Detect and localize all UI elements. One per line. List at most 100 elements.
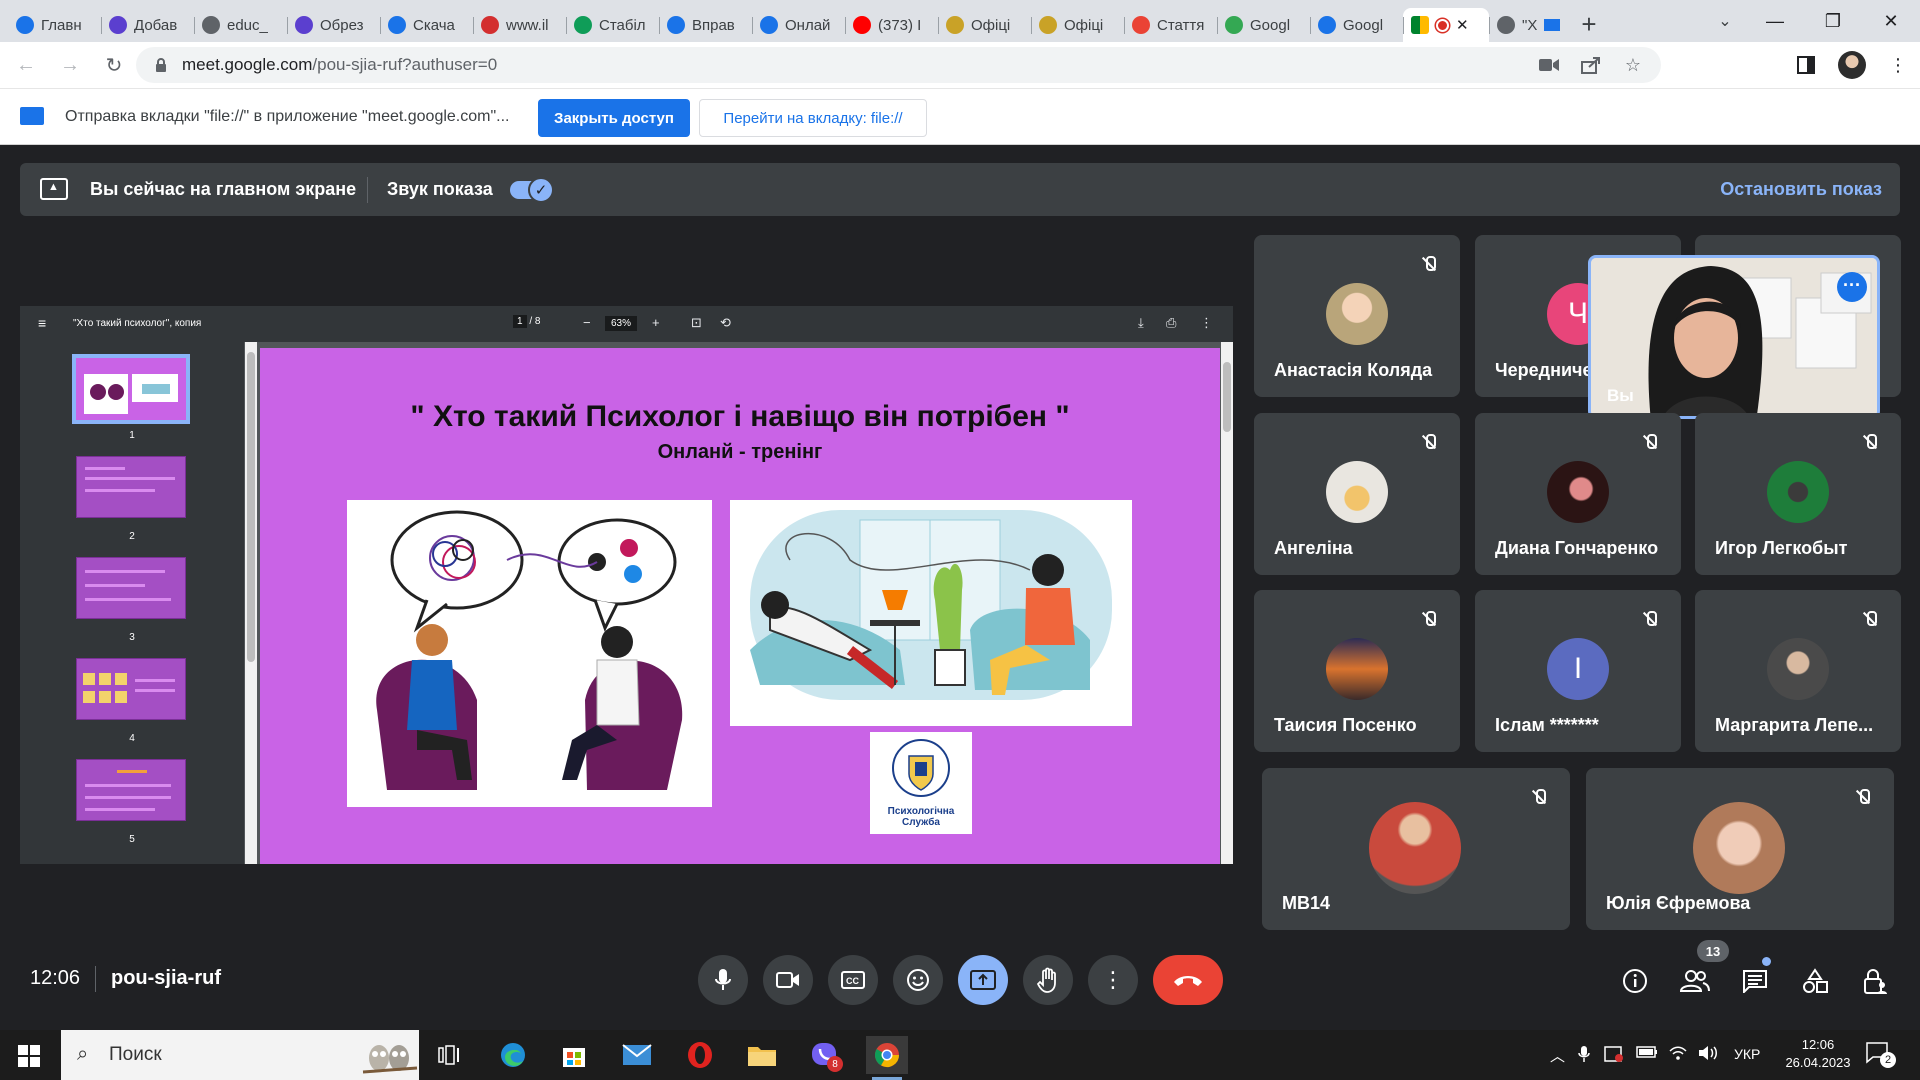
- browser-tab[interactable]: Главн: [8, 8, 101, 42]
- taskbar-viber[interactable]: 8: [803, 1036, 845, 1074]
- taskbar-clock[interactable]: 12:06 26.04.2023: [1778, 1036, 1858, 1072]
- activities-button[interactable]: [1800, 966, 1830, 996]
- participant-tile[interactable]: Таисия Посенко: [1254, 590, 1460, 752]
- stop-presenting-button[interactable]: Остановить показ: [1720, 179, 1882, 200]
- people-button[interactable]: [1680, 966, 1710, 996]
- browser-tab[interactable]: (373) I: [845, 8, 938, 42]
- taskbar-edge[interactable]: [492, 1036, 534, 1074]
- sheets-icon: [574, 16, 592, 34]
- taskbar-file-explorer[interactable]: [741, 1036, 783, 1074]
- captions-button[interactable]: CC: [828, 955, 878, 1005]
- side-panel-icon[interactable]: [1796, 55, 1816, 75]
- back-button[interactable]: ←: [8, 47, 44, 83]
- present-now-button[interactable]: [958, 955, 1008, 1005]
- browser-tab[interactable]: Googl: [1217, 8, 1310, 42]
- tab-search-chevron-icon[interactable]: ⌄: [1710, 6, 1740, 36]
- reload-button[interactable]: ↻: [96, 47, 132, 83]
- raise-hand-button[interactable]: [1023, 955, 1073, 1005]
- browser-tab[interactable]: Стабіл: [566, 8, 659, 42]
- avatar: [1693, 802, 1785, 894]
- show-hidden-icons-chevron[interactable]: ︿: [1550, 1045, 1565, 1066]
- volume-icon[interactable]: [1698, 1045, 1718, 1065]
- host-controls-button[interactable]: [1860, 966, 1890, 996]
- chat-button[interactable]: [1740, 966, 1770, 996]
- more-vertical-icon: ⋮: [1102, 967, 1124, 992]
- taskbar-time: 12:06: [1801, 1037, 1835, 1052]
- participant-tile[interactable]: І Іслам *******: [1475, 590, 1681, 752]
- browser-tab[interactable]: Добав: [101, 8, 194, 42]
- participant-tile[interactable]: Диана Гонча­ренко: [1475, 413, 1681, 575]
- browser-tab-active[interactable]: ✕: [1403, 8, 1489, 42]
- taskbar-search[interactable]: ⌕ Поиск: [61, 1030, 419, 1080]
- camera-icon: [776, 972, 799, 988]
- share-page-icon[interactable]: [1581, 55, 1601, 75]
- mic-off-icon: [1416, 251, 1442, 277]
- new-tab-button[interactable]: +: [1571, 6, 1607, 42]
- lock-icon[interactable]: [152, 56, 170, 74]
- more-options-icon[interactable]: ···: [1837, 272, 1867, 302]
- close-window-button[interactable]: ✕: [1862, 0, 1920, 42]
- browser-tab[interactable]: Офіці: [938, 8, 1031, 42]
- minimize-button[interactable]: —: [1746, 0, 1804, 42]
- microphone-button[interactable]: [698, 955, 748, 1005]
- meeting-details-button[interactable]: [1620, 966, 1650, 996]
- bookmark-star-icon[interactable]: ☆: [1623, 55, 1643, 75]
- self-view-tile[interactable]: ··· Вы: [1588, 255, 1880, 419]
- battery-icon[interactable]: [1636, 1045, 1658, 1063]
- maximize-button[interactable]: ❐: [1804, 0, 1862, 42]
- taskbar-store[interactable]: [553, 1036, 595, 1074]
- tab-title: Главн: [41, 16, 82, 34]
- participant-tile[interactable]: Юлія Єфремова: [1586, 768, 1894, 930]
- crest-icon: [1039, 16, 1057, 34]
- browser-tab[interactable]: Скача: [380, 8, 473, 42]
- participant-tile[interactable]: Ангеліна: [1254, 413, 1460, 575]
- browser-tab[interactable]: www.il: [473, 8, 566, 42]
- participant-tile[interactable]: Игор Легкобыт: [1695, 413, 1901, 575]
- more-options-button[interactable]: ⋮: [1088, 955, 1138, 1005]
- browser-tab[interactable]: Онлай: [752, 8, 845, 42]
- task-view-button[interactable]: [428, 1036, 470, 1074]
- camera-in-use-icon[interactable]: [1539, 55, 1559, 75]
- hang-up-icon: [1174, 976, 1202, 986]
- presentation-sound-toggle[interactable]: ✓: [510, 177, 554, 203]
- tab-title: Стаття: [1157, 16, 1205, 34]
- browser-tab[interactable]: "Х: [1489, 8, 1571, 42]
- profile-avatar[interactable]: [1838, 51, 1866, 79]
- windows-start-button[interactable]: [18, 1045, 40, 1067]
- taskbar-chrome[interactable]: [866, 1036, 908, 1080]
- go-to-shared-tab-button[interactable]: Перейти на вкладку: file://: [699, 99, 927, 137]
- close-tab-icon[interactable]: ✕: [1456, 16, 1469, 34]
- svg-text:CC: CC: [846, 976, 859, 986]
- mic-off-icon: [1857, 429, 1883, 455]
- wifi-icon[interactable]: [1668, 1045, 1688, 1065]
- participant-tile[interactable]: MB14: [1262, 768, 1570, 930]
- stop-sharing-button[interactable]: Закрыть доступ: [538, 99, 690, 137]
- browser-tab[interactable]: Стаття: [1124, 8, 1217, 42]
- zoom-in-icon: +: [652, 315, 660, 330]
- camera-button[interactable]: [763, 955, 813, 1005]
- address-bar[interactable]: meet.google.com/pou-sjia-ruf?authuser=0 …: [136, 47, 1661, 83]
- browser-tab[interactable]: Офіці: [1031, 8, 1124, 42]
- illustration-therapy-session: [730, 500, 1132, 726]
- input-language[interactable]: УКР: [1734, 1046, 1760, 1062]
- browser-tab[interactable]: Обрез: [287, 8, 380, 42]
- participant-tile[interactable]: Анастасія Коляда: [1254, 235, 1460, 397]
- gmail-icon: [1132, 16, 1150, 34]
- notification-center-button[interactable]: 2: [1866, 1042, 1896, 1068]
- chat-icon: [1743, 970, 1767, 993]
- forward-button[interactable]: →: [52, 47, 88, 83]
- reactions-button[interactable]: [893, 955, 943, 1005]
- security-tray-icon[interactable]: [1604, 1045, 1624, 1067]
- microphone-tray-icon[interactable]: [1578, 1045, 1590, 1067]
- more-vertical-icon[interactable]: ⋮: [1888, 55, 1908, 75]
- zoom-out-icon: −: [583, 315, 591, 330]
- tab-title: www.il: [506, 16, 549, 34]
- browser-tab[interactable]: Вправ: [659, 8, 752, 42]
- leave-call-button[interactable]: [1153, 955, 1223, 1005]
- taskbar-opera[interactable]: [679, 1036, 721, 1074]
- taskbar-mail[interactable]: [616, 1036, 658, 1074]
- menu-icon: ≡: [38, 315, 47, 331]
- participant-tile[interactable]: Маргарита Лепе...: [1695, 590, 1901, 752]
- browser-tab[interactable]: Googl: [1310, 8, 1403, 42]
- browser-tab[interactable]: educ_: [194, 8, 287, 42]
